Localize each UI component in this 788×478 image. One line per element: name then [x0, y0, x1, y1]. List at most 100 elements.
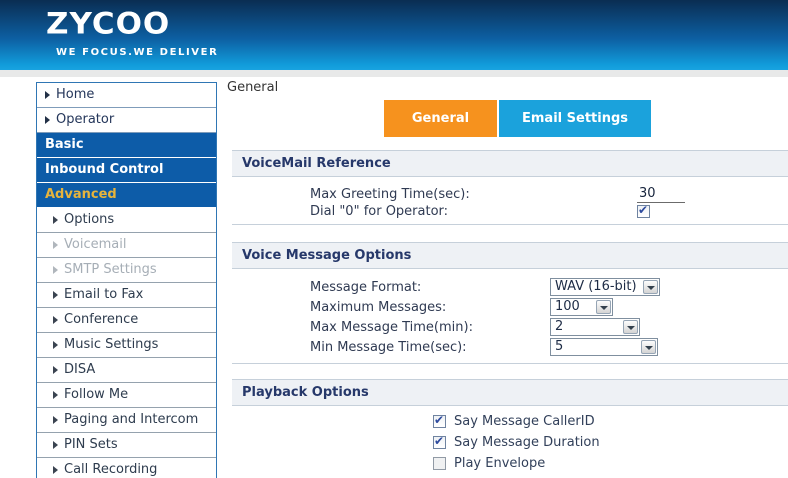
- section-voicemail-reference: VoiceMail Reference Max Greeting Time(se…: [232, 150, 788, 225]
- message-format-select[interactable]: WAV (16-bit): [550, 278, 660, 296]
- form-row-max-message-time: Max Message Time(min): 2: [232, 317, 788, 337]
- sidebar-item-label: Music Settings: [64, 333, 158, 357]
- checkbox-row-play-envelope: Play Envelope: [433, 453, 788, 474]
- min-message-time-select[interactable]: 5: [550, 338, 658, 356]
- arrow-right-icon: [53, 391, 58, 399]
- select-value: 100: [555, 299, 580, 314]
- section-body: Message Format: WAV (16-bit) Maximum Mes…: [232, 269, 788, 364]
- form-row-dial-0-for-operator: Dial "0" for Operator:: [232, 203, 788, 220]
- checkbox-row-allow-users-to-review: Allow Users to Review: [433, 474, 788, 478]
- form-row-message-format: Message Format: WAV (16-bit): [232, 277, 788, 297]
- sidebar-item-call-recording[interactable]: Call Recording: [37, 458, 216, 478]
- section-body: Max Greeting Time(sec): Dial "0" for Ope…: [232, 177, 788, 225]
- brand-tagline: WE FOCUS.WE DELIVER: [56, 47, 218, 58]
- say-message-duration-checkbox[interactable]: [433, 436, 446, 449]
- header-divider: [0, 70, 788, 77]
- sidebar-item-label: Call Recording: [64, 458, 157, 478]
- page-title: General: [227, 80, 278, 95]
- sidebar-category-basic[interactable]: Basic: [37, 133, 216, 158]
- field-label: Message Format:: [310, 280, 550, 295]
- header-banner: ZYCOO WE FOCUS.WE DELIVER: [0, 0, 788, 70]
- dial-0-operator-checkbox[interactable]: [637, 205, 650, 218]
- sidebar-item-label: SMTP Settings: [64, 258, 157, 282]
- sidebar-item-smtp-settings[interactable]: SMTP Settings: [37, 258, 216, 283]
- sidebar-item-email-to-fax[interactable]: Email to Fax: [37, 283, 216, 308]
- sidebar-menu: Home Operator Basic Inbound Control Adva…: [36, 82, 217, 478]
- arrow-right-icon: [53, 366, 58, 374]
- arrow-right-icon: [45, 91, 50, 99]
- field-label: Dial "0" for Operator:: [310, 204, 637, 219]
- zycoo-logo: ZYCOO: [46, 7, 170, 42]
- checkbox-label: Say Message Duration: [454, 435, 600, 450]
- select-value: WAV (16-bit): [555, 279, 637, 294]
- section-header: Voice Message Options: [232, 242, 788, 269]
- sidebar-item-label: PIN Sets: [64, 433, 118, 457]
- arrow-right-icon: [53, 441, 58, 449]
- zycoo-admin-window: ZYCOO WE FOCUS.WE DELIVER Home Operator …: [0, 0, 788, 478]
- sidebar-item-label: DISA: [64, 358, 95, 382]
- select-value: 2: [555, 319, 563, 334]
- arrow-right-icon: [53, 241, 58, 249]
- section-header: Playback Options: [232, 379, 788, 406]
- section-playback-options: Playback Options Say Message CallerID Sa…: [232, 379, 788, 478]
- select-value: 5: [555, 339, 563, 354]
- form-row-max-greeting-time: Max Greeting Time(sec):: [232, 186, 788, 203]
- tab-general[interactable]: General: [384, 100, 497, 137]
- sidebar-item-music-settings[interactable]: Music Settings: [37, 333, 216, 358]
- sidebar-item-paging-and-intercom[interactable]: Paging and Intercom: [37, 408, 216, 433]
- sidebar-item-label: Follow Me: [64, 383, 128, 407]
- sidebar-item-label: Email to Fax: [64, 283, 143, 307]
- sidebar-item-label: Conference: [64, 308, 138, 332]
- form-row-maximum-messages: Maximum Messages: 100: [232, 297, 788, 317]
- chevron-down-icon[interactable]: [623, 320, 638, 334]
- arrow-right-icon: [53, 316, 58, 324]
- tab-bar: General Email Settings: [384, 100, 651, 137]
- sidebar-category-label: Advanced: [45, 183, 117, 207]
- section-header: VoiceMail Reference: [232, 150, 788, 177]
- arrow-right-icon: [53, 341, 58, 349]
- sidebar-item-disa[interactable]: DISA: [37, 358, 216, 383]
- play-envelope-checkbox[interactable]: [433, 457, 446, 470]
- field-label: Max Message Time(min):: [310, 320, 550, 335]
- sidebar-item-options[interactable]: Options: [37, 208, 216, 233]
- max-message-time-select[interactable]: 2: [550, 318, 640, 336]
- arrow-right-icon: [53, 216, 58, 224]
- sidebar-item-label: Options: [64, 208, 114, 232]
- arrow-right-icon: [45, 116, 50, 124]
- sidebar-category-inbound-control[interactable]: Inbound Control: [37, 158, 216, 183]
- sidebar-item-home[interactable]: Home: [37, 83, 216, 108]
- sidebar-item-label: Home: [56, 83, 94, 107]
- tab-email-settings[interactable]: Email Settings: [499, 100, 651, 137]
- chevron-down-icon[interactable]: [641, 340, 656, 354]
- arrow-right-icon: [53, 416, 58, 424]
- checkbox-row-say-message-callerid: Say Message CallerID: [433, 411, 788, 432]
- say-message-callerid-checkbox[interactable]: [433, 415, 446, 428]
- sidebar-category-label: Basic: [45, 133, 84, 157]
- sidebar-item-label: Operator: [56, 108, 114, 132]
- sidebar-item-follow-me[interactable]: Follow Me: [37, 383, 216, 408]
- form-row-min-message-time: Min Message Time(sec): 5: [232, 337, 788, 357]
- maximum-messages-select[interactable]: 100: [550, 298, 613, 316]
- sidebar-category-label: Inbound Control: [45, 158, 163, 182]
- sidebar-item-conference[interactable]: Conference: [37, 308, 216, 333]
- checkbox-row-say-message-duration: Say Message Duration: [433, 432, 788, 453]
- checkbox-label: Say Message CallerID: [454, 414, 595, 429]
- sidebar-item-pin-sets[interactable]: PIN Sets: [37, 433, 216, 458]
- chevron-down-icon[interactable]: [596, 300, 611, 314]
- max-greeting-time-input[interactable]: [637, 186, 685, 203]
- checkbox-label: Play Envelope: [454, 456, 545, 471]
- chevron-down-icon[interactable]: [643, 280, 658, 294]
- sidebar-item-label: Paging and Intercom: [64, 408, 198, 432]
- field-label: Maximum Messages:: [310, 300, 550, 315]
- field-label: Min Message Time(sec):: [310, 340, 550, 355]
- section-voice-message-options: Voice Message Options Message Format: WA…: [232, 242, 788, 364]
- field-label: Max Greeting Time(sec):: [310, 187, 637, 202]
- arrow-right-icon: [53, 291, 58, 299]
- section-body: Say Message CallerID Say Message Duratio…: [232, 406, 788, 478]
- sidebar-item-label: Voicemail: [64, 233, 126, 257]
- arrow-right-icon: [53, 266, 58, 274]
- sidebar-item-voicemail[interactable]: Voicemail: [37, 233, 216, 258]
- sidebar-item-operator[interactable]: Operator: [37, 108, 216, 133]
- arrow-right-icon: [53, 466, 58, 474]
- sidebar-category-advanced[interactable]: Advanced: [37, 183, 216, 208]
